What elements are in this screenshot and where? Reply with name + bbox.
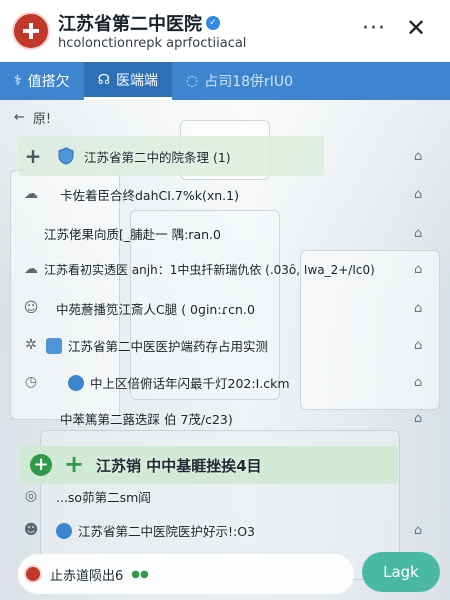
- list-item-text: 江苏佬果向质[_脯赴一 隅:ran.0: [44, 226, 221, 242]
- share-icon[interactable]: ⌂: [414, 523, 422, 538]
- list-item[interactable]: ☻ 江苏省第二中医院医护好示!:O3 ⌂: [0, 510, 450, 550]
- list-item[interactable]: 江苏佬果向质[_脯赴一 隅:ran.0 ⌂: [0, 213, 450, 253]
- bot-icon: ☻: [23, 522, 39, 538]
- app-header: 江苏省第二中医院 ✓ hcolonctionrepk aprfoctiiacal…: [0, 0, 450, 62]
- list-item-text: 江苏省第二中的院条理 (1): [84, 149, 231, 165]
- clock-icon: ◷: [24, 374, 38, 390]
- tab-label: 值搭欠: [27, 74, 70, 90]
- list-item[interactable]: 中苯篤第二蕗迭踩 伯 7茂/c23) ⌂: [0, 398, 450, 438]
- chat-icon: ☊: [97, 71, 111, 88]
- gear-icon: ◎: [24, 488, 38, 504]
- cloud-icon: ☁: [24, 186, 38, 202]
- plus-icon: +: [24, 144, 42, 168]
- tab-label: 占司18併rIU0: [204, 74, 294, 90]
- chip-label: 止赤道陨出6: [50, 568, 124, 584]
- message-icon: ◌: [186, 73, 199, 89]
- list-item-label: 江苏省第二中医医护端药存占用实测: [68, 338, 269, 354]
- share-icon[interactable]: ⌂: [414, 149, 422, 164]
- back-icon[interactable]: ←: [14, 110, 25, 125]
- list-item-label: 中上区倍俯话年闪最千灯202:I.ckm: [90, 375, 290, 391]
- list-item-text: 江苏省第二中医院医护好示!:O3: [56, 521, 255, 540]
- plus-circle-icon: +: [30, 454, 52, 476]
- breadcrumb-label: 原!: [32, 112, 52, 127]
- profile-chip[interactable]: 止赤道陨出6 ●●: [18, 554, 354, 594]
- shield-icon: [46, 337, 62, 354]
- share-icon[interactable]: ⌂: [414, 375, 422, 390]
- list-item-text: ...so茆第二sm阎: [56, 489, 151, 505]
- verified-icon: ✓: [206, 16, 220, 30]
- breadcrumb: ← 原!: [14, 108, 51, 127]
- list-item-text: 江苏省第二中医医护端药存占用实测: [46, 336, 268, 355]
- tab-second[interactable]: ☊ 医端端: [83, 62, 173, 100]
- list-item-text: 江苏看初实透医 anjh：1中虫扦新瑞仇依 (.03ō, Iwa_2+/Ic0): [44, 262, 375, 277]
- list-item[interactable]: ☺ 中苑薝播笕江斎人C腿 ( 0ɡin:ɾcn.0 ⌂: [0, 288, 450, 328]
- shield-icon: [58, 147, 74, 165]
- footer-bar: 止赤道陨出6 ●● Lagk: [0, 548, 450, 600]
- stethoscope-icon: ⚕: [14, 73, 22, 89]
- clock-icon: [68, 374, 84, 391]
- cloud-icon: ☁: [24, 261, 38, 277]
- share-icon[interactable]: ⌂: [414, 262, 422, 277]
- share-icon[interactable]: ⌂: [414, 226, 422, 241]
- login-button[interactable]: Lagk: [362, 552, 440, 592]
- shield-icon: [56, 522, 72, 539]
- list-item[interactable]: ◷ 中上区倍俯话年闪最千灯202:I.ckm ⌂: [0, 362, 450, 402]
- share-icon[interactable]: ⌂: [414, 411, 422, 426]
- share-icon[interactable]: ⌂: [414, 301, 422, 316]
- list-item-text: 中苯篤第二蕗迭踩 伯 7茂/c23): [60, 411, 233, 427]
- list-item-text: 卡佐着臣合终dahCI.7%k(xn.1): [60, 187, 239, 203]
- list-item-text: 中苑薝播笕江斎人C腿 ( 0ɡin:ɾcn.0: [56, 301, 255, 317]
- list-item[interactable]: ☁ 江苏看初实透医 anjh：1中虫扦新瑞仇依 (.03ō, Iwa_2+/Ic…: [0, 249, 450, 289]
- status-dots-icon: ●●: [131, 568, 149, 580]
- list-item-text: 中上区倍俯话年闪最千灯202:I.ckm: [68, 373, 290, 392]
- hospital-logo: [12, 12, 50, 50]
- close-icon[interactable]: ✕: [406, 14, 426, 42]
- tab-bar: ⚕ 值搭欠 ☊ 医端端 ◌ 占司18併rIU0: [0, 62, 450, 100]
- list-item-text: 江苏销 中中基睚挫挨4目: [96, 456, 262, 475]
- tab-first[interactable]: ⚕ 值搭欠: [0, 62, 84, 100]
- gear-icon: ✲: [25, 337, 37, 353]
- page-subtitle: hcolonctionrepk aprfoctiiacal: [58, 36, 247, 51]
- page-title: 江苏省第二中医院 ✓: [58, 10, 220, 36]
- avatar: [24, 565, 42, 583]
- list-item[interactable]: + 江苏省第二中的院条理 (1) ⌂: [18, 136, 422, 176]
- doctor-icon: ☺: [23, 300, 39, 316]
- plus-icon: +: [64, 450, 85, 478]
- share-icon[interactable]: ⌂: [414, 187, 422, 202]
- list-item-label: 江苏省第二中医院医护好示!:O3: [78, 523, 256, 539]
- title-text: 江苏省第二中医院: [58, 14, 202, 35]
- tab-third[interactable]: ◌ 占司18併rIU0: [172, 62, 307, 100]
- share-icon[interactable]: ⌂: [414, 338, 422, 353]
- list-item[interactable]: ✲ 江苏省第二中医医护端药存占用实测 ⌂: [0, 325, 450, 365]
- list-item[interactable]: ☁ 卡佐着臣合终dahCI.7%k(xn.1) ⌂: [0, 174, 450, 214]
- tab-label: 医端端: [116, 72, 159, 89]
- more-icon[interactable]: ···: [362, 16, 386, 41]
